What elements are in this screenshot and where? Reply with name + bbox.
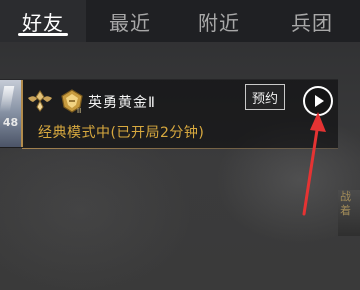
avatar-highlight xyxy=(0,86,15,112)
tab-recent[interactable]: 最近 xyxy=(86,0,174,42)
rank-title: 英勇黄金Ⅱ xyxy=(88,95,156,111)
reserve-button[interactable]: 预约 xyxy=(245,84,285,110)
tab-label: 兵团 xyxy=(291,10,333,35)
game-status-text: 经典模式中(已开局2分钟) xyxy=(38,125,205,141)
svg-text:II: II xyxy=(77,107,81,114)
tab-nearby[interactable]: 附近 xyxy=(174,0,264,42)
gold-rank-badge-icon: II xyxy=(61,89,83,114)
card-divider xyxy=(22,148,338,149)
reserve-button-label: 预约 xyxy=(251,91,278,107)
social-tab-bar: 好友 最近 附近 兵团 xyxy=(0,0,360,42)
tab-corps[interactable]: 兵团 xyxy=(264,0,360,42)
side-panel-text: 战着 xyxy=(340,190,351,217)
side-panel-edge: 战着 xyxy=(338,190,360,236)
active-tab-indicator xyxy=(18,33,68,36)
tab-friends[interactable]: 好友 xyxy=(0,0,86,42)
rank-wings-icon xyxy=(28,90,52,112)
tab-label: 最近 xyxy=(109,10,151,35)
avatar[interactable]: 48 xyxy=(0,80,23,147)
tab-label: 好友 xyxy=(22,10,64,35)
spectate-play-button[interactable] xyxy=(302,85,334,117)
avatar-level: 48 xyxy=(2,116,19,129)
friend-list-item[interactable]: 48 II 英勇黄金Ⅱ 经典模式中(已开局2分钟) 预约 xyxy=(0,79,338,149)
tab-label: 附近 xyxy=(198,10,240,35)
